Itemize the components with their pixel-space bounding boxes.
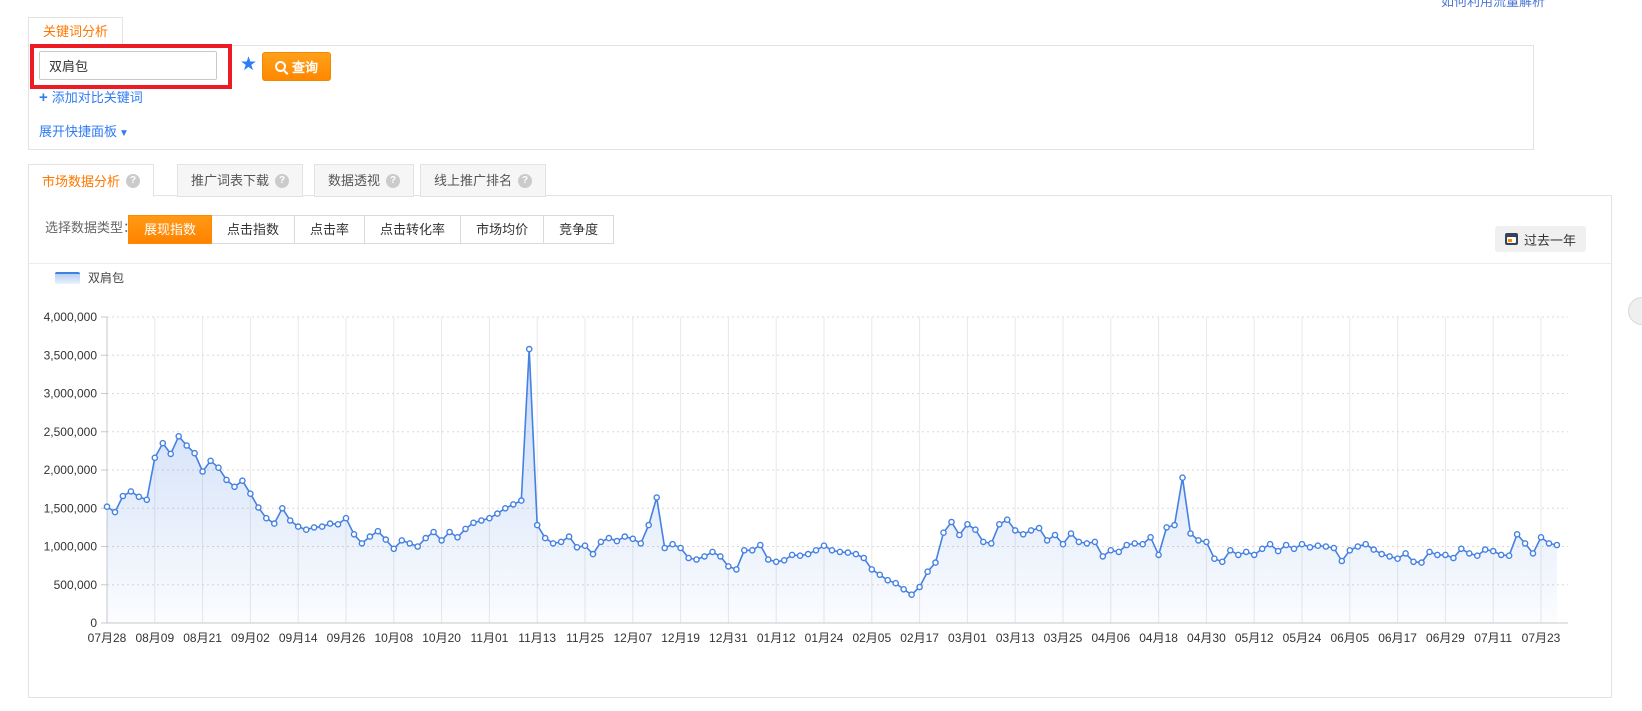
market-data-panel: 选择数据类型： 展现指数 点击指数 点击率 点击转化率 市场均价 竞争度 过去一… [28, 195, 1612, 698]
svg-text:09月26: 09月26 [327, 631, 366, 645]
svg-text:03月25: 03月25 [1044, 631, 1083, 645]
toolbar-divider [29, 263, 1611, 264]
svg-text:07月23: 07月23 [1522, 631, 1561, 645]
calendar-icon [1505, 233, 1518, 245]
svg-text:3,500,000: 3,500,000 [44, 348, 98, 362]
help-icon[interactable]: ? [386, 174, 400, 188]
data-type-impression-index[interactable]: 展现指数 [128, 215, 212, 244]
help-icon[interactable]: ? [126, 174, 140, 188]
svg-text:03月01: 03月01 [948, 631, 987, 645]
svg-text:02月05: 02月05 [852, 631, 891, 645]
plus-icon: + [39, 89, 48, 106]
svg-text:11月13: 11月13 [518, 631, 556, 645]
legend-item-backpack[interactable]: 双肩包 [55, 269, 124, 286]
expand-quick-panel-link[interactable]: 展开快捷面板▼ [39, 121, 129, 140]
data-type-cvr[interactable]: 点击转化率 [364, 215, 461, 244]
svg-text:10月08: 10月08 [374, 631, 413, 645]
data-type-ctr[interactable]: 点击率 [294, 215, 365, 244]
svg-text:01月12: 01月12 [757, 631, 796, 645]
svg-text:11月25: 11月25 [566, 631, 604, 645]
legend-label: 双肩包 [88, 269, 124, 286]
svg-text:10月20: 10月20 [422, 631, 461, 645]
help-icon[interactable]: ? [518, 174, 532, 188]
svg-text:04月18: 04月18 [1139, 631, 1178, 645]
svg-text:04月06: 04月06 [1091, 631, 1130, 645]
legend-swatch-icon [55, 272, 80, 284]
tab-label: 数据透视 [328, 165, 380, 196]
svg-text:12月31: 12月31 [709, 631, 748, 645]
svg-text:1,500,000: 1,500,000 [44, 501, 98, 515]
svg-text:12月19: 12月19 [661, 631, 700, 645]
svg-text:0: 0 [90, 616, 97, 630]
query-button-label: 查询 [292, 57, 318, 76]
svg-text:02月17: 02月17 [900, 631, 939, 645]
svg-text:2,000,000: 2,000,000 [44, 463, 98, 477]
query-button[interactable]: 查询 [262, 52, 331, 81]
svg-text:06月05: 06月05 [1330, 631, 1369, 645]
svg-text:12月07: 12月07 [613, 631, 652, 645]
floating-widget[interactable] [1628, 297, 1642, 325]
svg-text:06月29: 06月29 [1426, 631, 1465, 645]
data-type-competition[interactable]: 竞争度 [543, 215, 614, 244]
tab-data-pivot[interactable]: 数据透视 ? [314, 164, 414, 197]
svg-text:07月28: 07月28 [88, 631, 127, 645]
help-icon[interactable]: ? [275, 174, 289, 188]
add-compare-keyword-link[interactable]: + 添加对比关键词 [39, 87, 143, 106]
tab-label: 市场数据分析 [42, 166, 120, 197]
svg-text:09月02: 09月02 [231, 631, 270, 645]
trend-chart-svg[interactable]: 07月28 08月09 08月21 09月02 09月14 09月26 10月08 10月20… [29, 286, 1609, 681]
svg-text:06月17: 06月17 [1378, 631, 1417, 645]
svg-text:01月24: 01月24 [805, 631, 844, 645]
expand-panel-label: 展开快捷面板 [39, 124, 117, 139]
add-compare-label: 添加对比关键词 [52, 90, 143, 105]
svg-text:09月14: 09月14 [279, 631, 318, 645]
search-icon [275, 61, 286, 72]
svg-text:05月24: 05月24 [1283, 631, 1322, 645]
svg-text:4,000,000: 4,000,000 [44, 310, 98, 324]
tab-online-promo-ranking[interactable]: 线上推广排名 ? [420, 164, 546, 197]
chevron-down-icon: ▼ [119, 128, 129, 139]
flow-analysis-help-link[interactable]: 如何利用流量解析 [1441, 0, 1545, 10]
data-type-click-index[interactable]: 点击指数 [211, 215, 295, 244]
tab-label: 线上推广排名 [434, 165, 512, 196]
keyword-input[interactable] [39, 51, 217, 80]
tab-keyword-analysis[interactable]: 关键词分析 [28, 17, 123, 46]
tab-label: 推广词表下载 [191, 165, 269, 196]
svg-text:08月21: 08月21 [183, 631, 222, 645]
favorite-star-icon[interactable]: ★ [240, 52, 257, 78]
svg-text:11月01: 11月01 [470, 631, 508, 645]
svg-text:03月13: 03月13 [996, 631, 1035, 645]
date-range-button[interactable]: 过去一年 [1495, 226, 1586, 252]
date-range-label: 过去一年 [1524, 230, 1576, 249]
svg-text:08月09: 08月09 [135, 631, 174, 645]
svg-text:05月12: 05月12 [1235, 631, 1274, 645]
data-type-button-group: 展现指数 点击指数 点击率 点击转化率 市场均价 竞争度 [129, 215, 614, 244]
svg-text:07月11: 07月11 [1474, 631, 1512, 645]
svg-text:2,500,000: 2,500,000 [44, 425, 98, 439]
svg-text:500,000: 500,000 [54, 578, 98, 592]
tab-market-data-analysis[interactable]: 市场数据分析 ? [28, 164, 154, 197]
tab-promo-wordlist-download[interactable]: 推广词表下载 ? [177, 164, 303, 197]
svg-text:1,000,000: 1,000,000 [44, 540, 98, 554]
svg-text:3,000,000: 3,000,000 [44, 387, 98, 401]
data-type-selector-label: 选择数据类型： [45, 217, 136, 236]
svg-text:04月30: 04月30 [1187, 631, 1226, 645]
data-type-market-avg-price[interactable]: 市场均价 [460, 215, 544, 244]
